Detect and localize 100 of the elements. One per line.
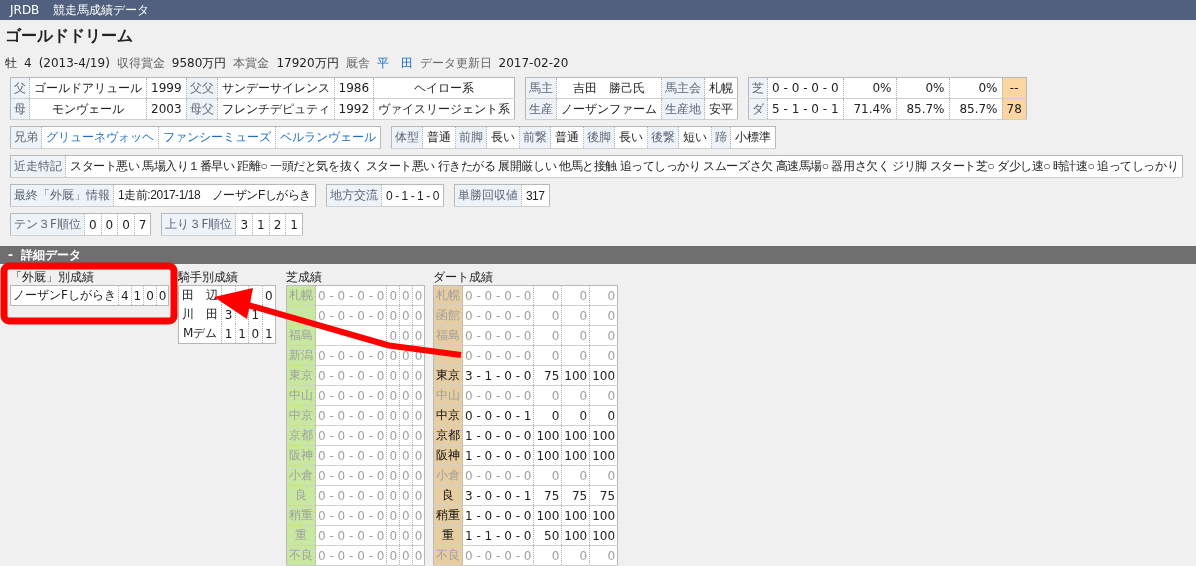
table-cell: 0 - 0 - 0 - 0	[462, 325, 534, 346]
field-value: 普通	[422, 126, 456, 149]
collapse-toggle[interactable]: -	[8, 248, 13, 262]
course-label: 良	[286, 485, 316, 506]
table-cell: 0	[386, 425, 400, 446]
table-cell: 75	[533, 485, 562, 506]
table-cell: 0	[533, 305, 562, 326]
table-cell: 0	[561, 385, 590, 406]
course-label: 稍重	[286, 505, 316, 526]
table-cell: 100	[589, 505, 618, 526]
field-value: 85.7%	[896, 98, 949, 120]
field-label: 生産	[525, 98, 557, 120]
field-value: ゴールドアリュール	[29, 77, 147, 99]
table-cell: 0	[412, 325, 425, 346]
table-cell: 0	[412, 405, 425, 426]
table-cell: 100	[533, 505, 562, 526]
field-value: 長い	[486, 126, 520, 149]
table-cell: 100	[561, 365, 590, 386]
trainer-link[interactable]: 平 田	[376, 55, 413, 72]
field-label: 体型	[391, 126, 423, 149]
table-cell: 0	[412, 365, 425, 386]
table-cell: 75	[561, 485, 590, 506]
field-label: 父父	[186, 77, 218, 99]
course-label: 福島	[286, 325, 316, 346]
table-cell: 0	[386, 305, 400, 326]
field-label: 近走特記	[10, 155, 66, 178]
table-cell: 0 - 0 - 0 - 0	[315, 505, 387, 526]
table-cell: 100	[561, 445, 590, 466]
field-value: 普通	[550, 126, 584, 149]
summary-label: データ更新日	[419, 55, 492, 72]
table-cell: 0 - 0 - 0 - 0	[315, 305, 387, 326]
table-cell: 0	[386, 365, 400, 386]
table-cell: 0 - 0 - 0 - 0	[315, 445, 387, 466]
table-cell: 0	[589, 405, 618, 426]
panel-title: ダート成績	[433, 269, 494, 285]
table-cell: 100	[561, 505, 590, 526]
table-cell: 4	[118, 285, 132, 306]
table-cell: 1	[235, 324, 249, 344]
table-cell: 0	[412, 425, 425, 446]
course-label: 福島	[433, 325, 463, 346]
table-cell: 0	[561, 325, 590, 346]
table-cell: 3 - 1 - 0 - 0	[462, 365, 534, 386]
field-value: 長い	[614, 126, 648, 149]
section-header[interactable]: - 詳細データ	[0, 246, 1196, 264]
table-cell: 0	[399, 285, 413, 306]
course-label: 不良	[433, 545, 463, 566]
horse-link[interactable]: ファンシーミューズ	[158, 126, 276, 149]
table-cell: 0	[533, 545, 562, 566]
field-label: 最終「外厩」情報	[10, 184, 114, 207]
field-value: 0 - 1 - 1 - 0	[381, 184, 444, 207]
table-cell: 0	[248, 324, 263, 344]
course-label: 中京	[286, 405, 316, 426]
horse-link[interactable]: グリューネヴォッヘ	[41, 126, 159, 149]
table-cell: 0	[589, 305, 618, 326]
table-cell: 0	[386, 545, 400, 566]
field-value: 317	[521, 184, 550, 207]
table-cell: 0	[412, 285, 425, 306]
table-cell: Mデム	[178, 324, 222, 344]
table-cell: 0	[399, 325, 413, 346]
table-cell: 0	[412, 305, 425, 326]
field-value: 0 - 0 - 0 - 0	[767, 77, 843, 99]
table-cell: 0	[399, 525, 413, 546]
table-cell: 0 - 0 - 0 - 0	[315, 285, 387, 306]
table-cell: 100	[561, 525, 590, 546]
panel-title: 芝成績	[286, 269, 323, 285]
table-cell: 0	[561, 305, 590, 326]
table-cell: 川 田	[178, 305, 222, 324]
table-cell: 0 - 0 - 0 - 0	[462, 545, 534, 566]
course-label: 京都	[286, 425, 316, 446]
summary-value: 4	[24, 56, 32, 70]
field-value: 1	[285, 213, 303, 236]
table-cell: 0	[399, 485, 413, 506]
field-label: 蹄	[711, 126, 731, 149]
table-cell: 50	[533, 525, 562, 546]
field-value: 0	[101, 213, 118, 236]
table-cell: ノーザンFしがらき	[10, 285, 119, 306]
table-cell: 0	[386, 405, 400, 426]
field-value: 安平	[704, 98, 738, 120]
field-value: サンデーサイレンス	[217, 77, 335, 99]
table-cell: 0	[561, 405, 590, 426]
table-cell: 100	[589, 365, 618, 386]
course-label: 東京	[286, 365, 316, 386]
summary-label: 本賞金	[233, 55, 270, 72]
field-value: 5 - 1 - 0 - 1	[767, 98, 843, 120]
table-cell: 0	[262, 285, 276, 305]
rating-value: --	[1002, 77, 1027, 99]
field-label: 上り３F順位	[161, 213, 236, 236]
table-cell: 0	[386, 285, 400, 306]
summary-value: 9580万円	[171, 55, 227, 72]
horse-link[interactable]: ベルランヴェール	[275, 126, 381, 149]
panel-title: 「外厩」別成績	[10, 269, 95, 285]
course-label: 中山	[433, 385, 463, 406]
field-value: 7	[134, 213, 151, 236]
table-cell: 0	[412, 545, 425, 566]
table-cell: 1	[221, 324, 236, 344]
table-cell: 0 - 0 - 0 - 0	[315, 485, 387, 506]
table-cell: 0 - 0 - 0 - 0	[315, 525, 387, 546]
table-cell: 1 - 1 - 0 - 0	[462, 525, 534, 546]
table-cell: 0	[533, 345, 562, 366]
course-label: 新潟	[286, 345, 316, 366]
